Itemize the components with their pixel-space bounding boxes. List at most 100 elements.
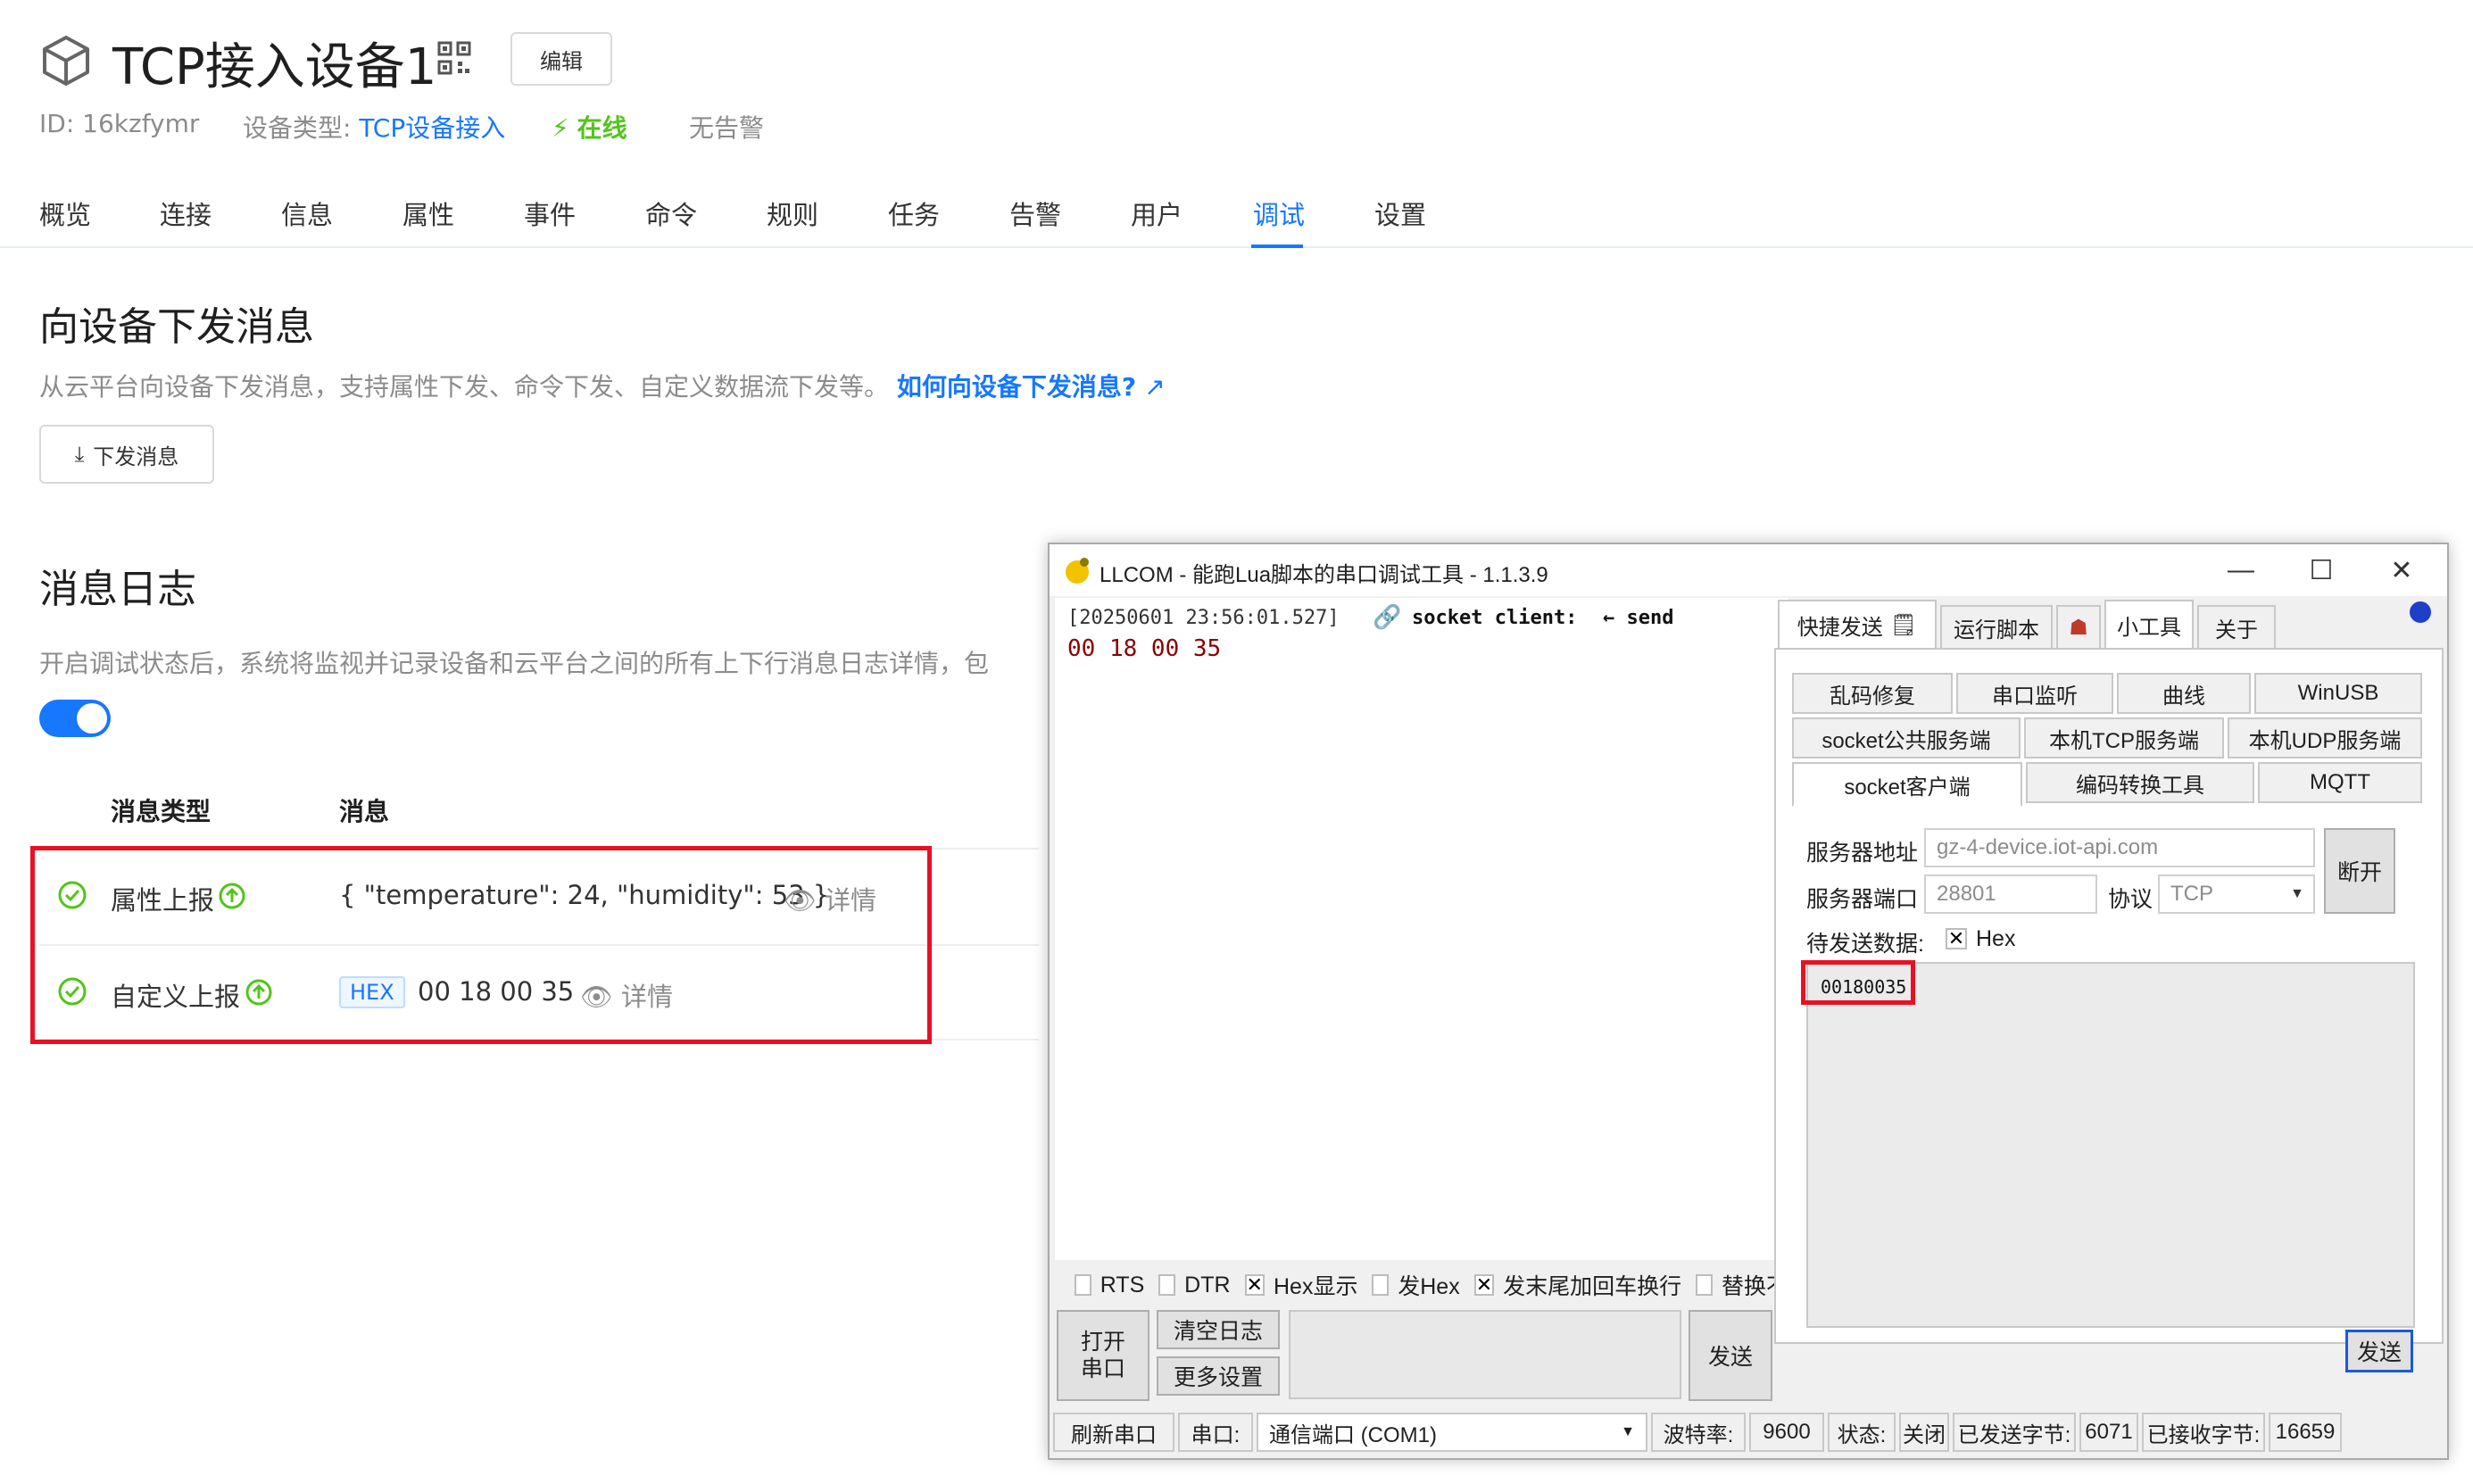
port-value: 通信端口 (COM1): [1269, 1422, 1437, 1447]
protocol-value: TCP: [2170, 882, 2213, 906]
hex-display-label: Hex显示: [1273, 1274, 1358, 1299]
recv-bytes-label: 已接收字节:: [2142, 1413, 2265, 1452]
tab-users[interactable]: 用户: [1131, 195, 1183, 232]
clear-log-button[interactable]: 清空日志: [1157, 1310, 1280, 1349]
download-icon: ⤓: [74, 442, 85, 467]
link-icon: 🔗: [1373, 603, 1402, 630]
send-hex-checkbox[interactable]: [1372, 1274, 1390, 1296]
quick-send-input[interactable]: [1289, 1310, 1681, 1399]
tool-socket-public-server[interactable]: socket公共服务端: [1792, 717, 2021, 759]
highlight-box: [30, 846, 932, 1044]
replace-checkbox[interactable]: [1696, 1274, 1713, 1296]
more-settings-button[interactable]: 更多设置: [1157, 1356, 1280, 1396]
log-output[interactable]: [20250601 23:56:01.527] 🔗 socket client:…: [1055, 598, 1788, 1260]
tab-quick-send[interactable]: 快捷发送 🗒: [1778, 600, 1937, 650]
globe-icon[interactable]: [2410, 601, 2431, 623]
sent-bytes-value: 6071: [2079, 1413, 2138, 1452]
send-desc-text: 从云平台向设备下发消息，支持属性下发、命令下发、自定义数据流下发等。: [39, 372, 890, 402]
tool-port-monitor[interactable]: 串口监听: [1956, 673, 2113, 714]
open-port-button[interactable]: 打开 串口: [1057, 1310, 1149, 1401]
window-title: LLCOM - 能跑Lua脚本的串口调试工具 - 1.1.3.9: [1100, 563, 1548, 587]
state-value: 关闭: [1899, 1413, 1949, 1452]
baud-value[interactable]: 9600: [1749, 1413, 1824, 1452]
send-section-desc: 从云平台向设备下发消息，支持属性下发、命令下发、自定义数据流下发等。 如何向设备…: [39, 368, 1166, 403]
tab-cubes-icon[interactable]: ☗: [2056, 605, 2101, 650]
llcom-window: LLCOM - 能跑Lua脚本的串口调试工具 - 1.1.3.9 — ☐ ✕ […: [1048, 543, 2449, 1460]
protocol-label: 协议: [2108, 887, 2154, 912]
col-message: 消息: [339, 797, 390, 826]
tab-info[interactable]: 信息: [281, 195, 333, 232]
tab-rules[interactable]: 规则: [767, 195, 818, 232]
server-address-input[interactable]: gz-4-device.iot-api.com: [1924, 828, 2315, 867]
tab-debug[interactable]: 调试: [1253, 195, 1305, 232]
log-data: 00 18 00 35: [1067, 635, 1222, 662]
tabs-divider: [0, 246, 2473, 248]
tab-properties[interactable]: 属性: [402, 195, 454, 232]
send-section-title: 向设备下发消息: [39, 304, 314, 350]
protocol-select[interactable]: TCP ▼: [2158, 875, 2315, 914]
maximize-button[interactable]: ☐: [2281, 544, 2361, 596]
hex-checkbox[interactable]: ✕: [1946, 927, 1967, 949]
tool-local-tcp-server[interactable]: 本机TCP服务端: [2024, 717, 2224, 759]
pending-data-label: 待发送数据:: [1806, 932, 1924, 957]
chevron-down-icon: ▼: [1621, 1424, 1635, 1439]
tab-about[interactable]: 关于: [2197, 605, 2276, 650]
port-label: 串口:: [1178, 1413, 1253, 1452]
device-cube-icon: [39, 34, 93, 87]
device-type-label: 设备类型:: [243, 113, 352, 143]
tab-small-tools[interactable]: 小工具: [2104, 600, 2194, 650]
log-source: socket client:: [1412, 607, 1578, 629]
tab-alarms[interactable]: 告警: [1009, 195, 1061, 232]
tab-run-script[interactable]: 运行脚本: [1940, 605, 2053, 650]
tab-commands[interactable]: 命令: [645, 195, 697, 232]
append-crlf-checkbox[interactable]: ✕: [1473, 1273, 1495, 1296]
debug-toggle[interactable]: [39, 700, 111, 737]
tool-encoding-convert[interactable]: 编码转换工具: [2026, 762, 2254, 803]
plug-icon: ⚡: [552, 113, 569, 143]
tab-settings[interactable]: 设置: [1374, 195, 1426, 232]
active-tab-indicator: [1251, 245, 1303, 248]
llcom-logo-icon: [1062, 555, 1092, 590]
server-port-input[interactable]: 28801: [1924, 875, 2097, 914]
bottom-send-button[interactable]: 发送: [1689, 1310, 1772, 1401]
state-label: 状态:: [1828, 1413, 1896, 1452]
device-type-link[interactable]: TCP设备接入: [359, 113, 505, 143]
tool-socket-client[interactable]: socket客户端: [1792, 762, 2022, 807]
hex-display-checkbox[interactable]: ✕: [1244, 1273, 1265, 1296]
tool-mqtt[interactable]: MQTT: [2258, 762, 2422, 803]
qr-code-icon[interactable]: [437, 41, 471, 75]
tab-overview[interactable]: 概览: [39, 195, 91, 232]
send-button[interactable]: 发送: [2345, 1330, 2413, 1372]
device-type: 设备类型: TCP设备接入: [243, 109, 505, 145]
log-direction: ← send: [1603, 607, 1674, 629]
options-row: RTS DTR ✕ Hex显示 发Hex ✕ 发末尾加回车换行 替换不: [1075, 1269, 1788, 1301]
port-select[interactable]: 通信端口 (COM1) ▼: [1257, 1413, 1647, 1452]
tab-tasks[interactable]: 任务: [888, 195, 940, 232]
server-port-label: 服务器端口: [1806, 887, 1919, 912]
baud-label: 波特率:: [1651, 1413, 1746, 1452]
close-button[interactable]: ✕: [2361, 544, 2442, 596]
dtr-label: DTR: [1184, 1272, 1231, 1297]
log-timestamp: [20250601 23:56:01.527]: [1067, 607, 1340, 629]
tool-winusb[interactable]: WinUSB: [2254, 673, 2422, 714]
help-link[interactable]: 如何向设备下发消息?: [897, 372, 1136, 402]
recv-bytes-value: 16659: [2269, 1413, 2342, 1452]
minimize-button[interactable]: —: [2201, 544, 2281, 596]
note-icon: 🗒: [1889, 612, 1918, 637]
tab-events[interactable]: 事件: [524, 195, 576, 232]
tool-curve[interactable]: 曲线: [2117, 673, 2251, 714]
send-message-button[interactable]: ⤓ 下发消息: [39, 425, 214, 484]
external-link-icon[interactable]: ↗: [1144, 372, 1165, 402]
disconnect-button[interactable]: 断开: [2324, 828, 2395, 914]
edit-button[interactable]: 编辑: [510, 32, 612, 86]
online-status: ⚡ 在线: [552, 109, 627, 145]
server-address-label: 服务器地址: [1806, 841, 1919, 866]
tool-local-udp-server[interactable]: 本机UDP服务端: [2228, 717, 2422, 759]
refresh-port-button[interactable]: 刷新串口: [1053, 1413, 1174, 1452]
pending-data-input[interactable]: 00180035: [1806, 962, 2415, 1328]
tool-garble-fix[interactable]: 乱码修复: [1792, 673, 1953, 714]
tab-connection[interactable]: 连接: [160, 195, 212, 232]
rts-checkbox[interactable]: [1075, 1274, 1091, 1296]
send-message-label: 下发消息: [93, 444, 179, 469]
dtr-checkbox[interactable]: [1158, 1274, 1176, 1296]
